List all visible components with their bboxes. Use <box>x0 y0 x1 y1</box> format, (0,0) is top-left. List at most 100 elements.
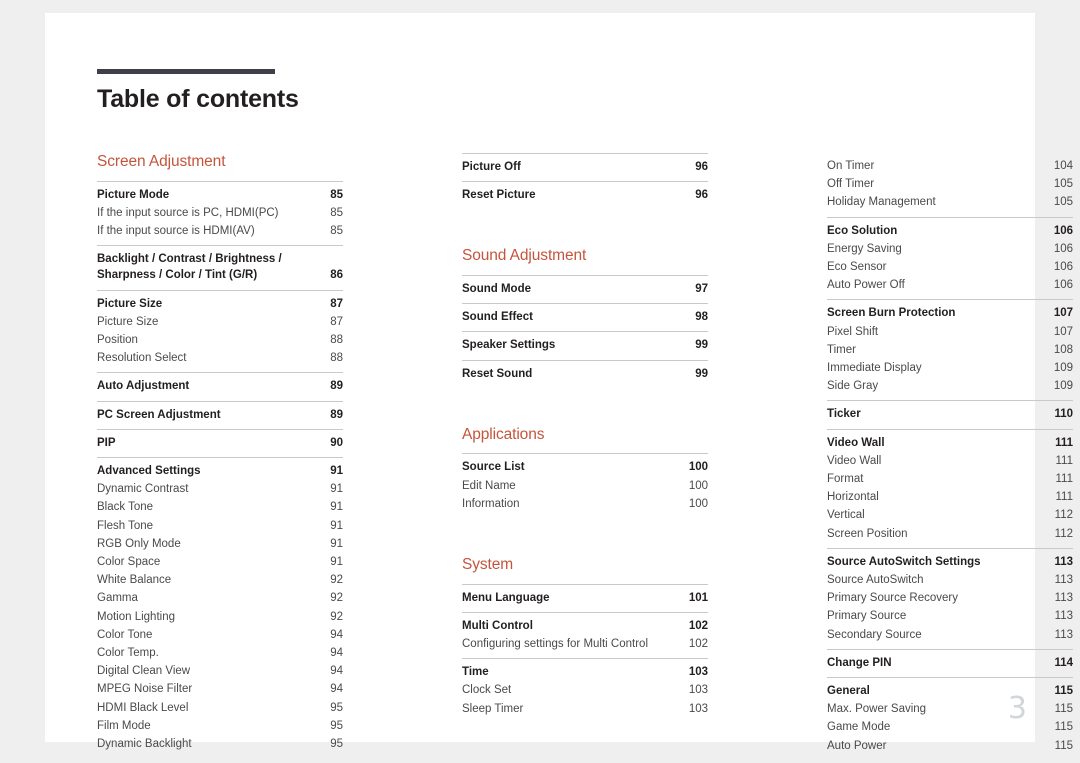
toc-entry-sub[interactable]: Holiday Management 105 <box>827 193 1073 211</box>
toc-entry-main[interactable]: Reset Sound 99 <box>462 365 708 383</box>
toc-entry-sub[interactable]: Secondary Source 113 <box>827 626 1073 644</box>
toc-entry-main[interactable]: Picture Size 87 <box>97 295 343 313</box>
toc-entry-main[interactable]: Time 103 <box>462 663 708 681</box>
toc-entry-page-number: 111 <box>1055 454 1073 467</box>
toc-entry-sub[interactable]: Pixel Shift 107 <box>827 323 1073 341</box>
toc-entry-sub[interactable]: Vertical 112 <box>827 506 1073 524</box>
toc-entry-page-number: 89 <box>330 380 343 393</box>
toc-entry-sub[interactable]: Side Gray 109 <box>827 377 1073 395</box>
toc-entry-sub[interactable]: Color Temp. 94 <box>97 644 343 662</box>
toc-entry-page-number: 115 <box>1054 721 1073 734</box>
toc-entry-sub[interactable]: Source AutoSwitch 113 <box>827 571 1073 589</box>
toc-entry-main[interactable]: Picture Off 96 <box>462 158 708 176</box>
toc-entry-main[interactable]: Menu Language 101 <box>462 589 708 607</box>
toc-entry-sub[interactable]: Configuring settings for Multi Control 10… <box>462 635 708 653</box>
toc-entry-group: Picture Size 87 Picture Size 87 Position 88 Re… <box>97 289 343 373</box>
toc-entry-sub[interactable]: Dynamic Contrast 91 <box>97 480 343 498</box>
toc-entry-sub[interactable]: Resolution Select 88 <box>97 349 343 367</box>
toc-entry-label: Eco Solution <box>827 224 898 237</box>
toc-entry-page-number: 111 <box>1055 473 1073 486</box>
toc-entry-sub[interactable]: If the input source is HDMI(AV) 85 <box>97 222 343 240</box>
toc-entry-label: Color Tone <box>97 628 153 641</box>
toc-entry-sub[interactable]: Dynamic Backlight 95 <box>97 735 343 753</box>
toc-entry-group: Change PIN 114 <box>827 648 1073 677</box>
toc-entry-main[interactable]: Reset Picture 96 <box>462 186 708 204</box>
toc-entry-sub[interactable]: Auto Power 115 <box>827 737 1073 755</box>
toc-entry-label: Edit Name <box>462 479 516 492</box>
toc-entry-sub[interactable]: On Timer 104 <box>827 157 1073 175</box>
toc-entry-sub[interactable]: Motion Lighting 92 <box>97 608 343 626</box>
toc-entry-sub[interactable]: Clock Set 103 <box>462 681 708 699</box>
toc-entry-sub[interactable]: Off Timer 105 <box>827 175 1073 193</box>
toc-entry-main[interactable]: Advanced Settings 91 <box>97 462 343 480</box>
toc-entry-group: Video Wall 111 Video Wall 111 Format 111 Horiz… <box>827 428 1073 548</box>
toc-entry-sub[interactable]: Primary Source Recovery 113 <box>827 589 1073 607</box>
toc-entry-sub[interactable]: Digital Clean View 94 <box>97 662 343 680</box>
toc-entry-main[interactable]: Multi Control 102 <box>462 617 708 635</box>
toc-entry-main[interactable]: Auto Adjustment 89 <box>97 377 343 395</box>
toc-entry-main[interactable]: Change PIN 114 <box>827 654 1073 672</box>
toc-entry-sub[interactable]: White Balance 92 <box>97 571 343 589</box>
toc-entry-page-number: 100 <box>688 461 708 474</box>
toc-entry-sub[interactable]: Max. Power Saving 115 <box>827 700 1073 718</box>
toc-entry-sub[interactable]: Auto Power Off 106 <box>827 276 1073 294</box>
toc-entry-sub[interactable]: RGB Only Mode 91 <box>97 535 343 553</box>
toc-entry-page-number: 112 <box>1054 509 1073 522</box>
toc-entry-sub[interactable]: Black Tone 91 <box>97 498 343 516</box>
toc-entry-main[interactable]: Source AutoSwitch Settings 113 <box>827 553 1073 571</box>
toc-entry-sub[interactable]: Edit Name 100 <box>462 477 708 495</box>
toc-entry-sub[interactable]: Immediate Display 109 <box>827 359 1073 377</box>
toc-entry-group: Backlight / Contrast / Brightness / Shar… <box>97 245 343 289</box>
toc-entry-main[interactable]: General 115 <box>827 682 1073 700</box>
toc-entry-sub[interactable]: Primary Source 113 <box>827 607 1073 625</box>
toc-entry-page-number: 104 <box>1053 160 1073 172</box>
toc-entry-main[interactable]: Source List 100 <box>462 458 708 476</box>
toc-entry-sub[interactable]: Timer 108 <box>827 341 1073 359</box>
toc-entry-sub[interactable]: Color Tone 94 <box>97 626 343 644</box>
toc-entry-sub[interactable]: Sleep Timer 103 <box>462 700 708 718</box>
toc-entry-sub[interactable]: Information 100 <box>462 495 708 513</box>
toc-entry-main[interactable]: PC Screen Adjustment 89 <box>97 406 343 424</box>
toc-entry-main[interactable]: Backlight / Contrast / Brightness / Shar… <box>97 250 343 284</box>
toc-entry-sub[interactable]: Flesh Tone 91 <box>97 517 343 535</box>
toc-entry-page-number: 105 <box>1053 196 1073 209</box>
toc-entry-sub[interactable]: Film Mode 95 <box>97 717 343 735</box>
toc-entry-sub[interactable]: If the input source is PC, HDMI(PC) 85 <box>97 204 343 222</box>
toc-entry-main[interactable]: Sound Mode 97 <box>462 280 708 298</box>
toc-entry-page-number: 92 <box>330 592 343 605</box>
toc-entry-main[interactable]: Video Wall 111 <box>827 434 1073 452</box>
toc-entry-label: Auto Adjustment <box>97 380 190 393</box>
toc-entry-sub[interactable]: MPEG Noise Filter 94 <box>97 680 343 698</box>
toc-entry-sub[interactable]: Picture Size 87 <box>97 313 343 331</box>
toc-entry-sub[interactable]: Format 111 <box>827 470 1073 488</box>
toc-entry-sub[interactable]: Eco Sensor 106 <box>827 258 1073 276</box>
toc-entry-page-number: 92 <box>330 610 343 623</box>
toc-section-heading[interactable]: Sound Adjustment <box>462 247 708 266</box>
toc-entry-main[interactable]: Picture Mode 85 <box>97 186 343 204</box>
toc-entry-group: Multi Control 102 Configuring settings for… <box>462 611 708 658</box>
toc-entry-sub[interactable]: Game Mode 115 <box>827 718 1073 736</box>
toc-entry-sub[interactable]: Video Wall 111 <box>827 452 1073 470</box>
toc-entry-main[interactable]: Sound Effect 98 <box>462 308 708 326</box>
toc-entry-label: Dynamic Contrast <box>97 483 189 496</box>
toc-entry-main[interactable]: Speaker Settings 99 <box>462 336 708 354</box>
toc-entry-sub[interactable]: Horizontal 111 <box>827 488 1073 506</box>
toc-entry-label: Auto Power Off <box>827 279 905 292</box>
toc-entry-sub[interactable]: Position 88 <box>97 331 343 349</box>
toc-entry-sub[interactable]: Energy Saving 106 <box>827 240 1073 258</box>
toc-entry-main[interactable]: Screen Burn Protection 107 <box>827 304 1073 322</box>
toc-section-heading[interactable]: Applications <box>462 426 708 445</box>
toc-entry-main[interactable]: Ticker 110 <box>827 405 1073 423</box>
toc-entry-group: Source AutoSwitch Settings 113 Source Auto… <box>827 547 1073 649</box>
toc-entry-page-number: 91 <box>330 465 343 478</box>
toc-entry-main[interactable]: Eco Solution 106 <box>827 222 1073 240</box>
toc-entry-page-number: 115 <box>1054 685 1073 698</box>
toc-entry-main[interactable]: PIP 90 <box>97 434 343 452</box>
toc-entry-sub[interactable]: Color Space 91 <box>97 553 343 571</box>
toc-entry-group: Eco Solution 106 Energy Saving 106 Eco Senso… <box>827 216 1073 300</box>
toc-entry-sub[interactable]: HDMI Black Level 95 <box>97 699 343 717</box>
toc-section-heading[interactable]: System <box>462 556 708 575</box>
toc-entry-sub[interactable]: Gamma 92 <box>97 589 343 607</box>
toc-section-heading[interactable]: Screen Adjustment <box>97 153 343 172</box>
toc-entry-sub[interactable]: Screen Position 112 <box>827 525 1073 543</box>
